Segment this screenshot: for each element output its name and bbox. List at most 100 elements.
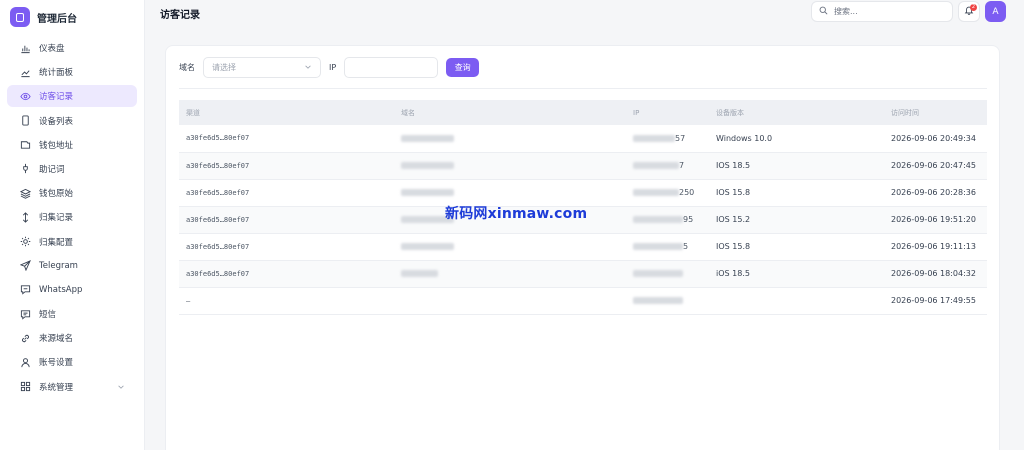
redacted-ip bbox=[633, 297, 683, 304]
sidebar-item-7[interactable]: 归集记录 bbox=[7, 206, 137, 228]
cell-channel: a30fe6d5…80ef07 bbox=[179, 233, 394, 261]
sidebar-item-4[interactable]: 钱包地址 bbox=[7, 134, 137, 156]
cell-time: 2026-09-06 20:49:34 bbox=[884, 125, 987, 153]
redacted-domain bbox=[401, 162, 454, 169]
table-row[interactable]: a30fe6d5…80ef07 5 IOS 15.8 2026-09-06 19:11… bbox=[179, 233, 987, 261]
sidebar-item-10[interactable]: WhatsApp bbox=[7, 279, 137, 301]
sidebar-item-13[interactable]: 账号设置 bbox=[7, 351, 137, 373]
sidebar-item-5[interactable]: 助记词 bbox=[7, 158, 137, 180]
sidebar-item-11[interactable]: 短信 bbox=[7, 303, 137, 325]
sidebar-item-label: 访客记录 bbox=[39, 92, 74, 103]
chat-icon bbox=[19, 284, 31, 296]
cell-time: 2026-09-06 17:49:55 bbox=[884, 287, 987, 315]
records-card: 域名 请选择 IP 查询 渠道 域名 IP 设备版本 访问时间 a30fe6d5… bbox=[165, 45, 1000, 450]
notification-button[interactable]: 2 bbox=[958, 1, 980, 22]
sidebar-item-label: 短信 bbox=[39, 310, 57, 321]
key-icon bbox=[19, 163, 31, 175]
ip-input[interactable] bbox=[344, 57, 439, 78]
search-input[interactable] bbox=[834, 7, 944, 16]
sidebar-item-label: 设备列表 bbox=[39, 116, 74, 127]
cell-ip bbox=[626, 287, 709, 315]
column-header-domain: 域名 bbox=[394, 100, 626, 125]
cell-device: IOS 15.8 bbox=[709, 233, 884, 261]
sidebar-item-2[interactable]: 访客记录 bbox=[7, 85, 137, 108]
cell-domain bbox=[394, 125, 626, 153]
ip-visible-tail: 95 bbox=[683, 215, 694, 224]
sidebar-item-12[interactable]: 来源域名 bbox=[7, 327, 137, 349]
avatar[interactable]: A bbox=[985, 1, 1006, 22]
sidebar-item-6[interactable]: 钱包原始 bbox=[7, 182, 137, 204]
eye-icon bbox=[19, 90, 31, 102]
sidebar-item-14[interactable]: 系统管理 bbox=[7, 376, 137, 398]
cell-time: 2026-09-06 20:28:36 bbox=[884, 179, 987, 207]
cell-ip: 57 bbox=[626, 125, 709, 153]
sidebar-item-label: 归集记录 bbox=[39, 213, 74, 224]
ip-visible-tail: 250 bbox=[679, 188, 695, 197]
sidebar-item-1[interactable]: 统计面板 bbox=[7, 61, 137, 83]
cell-time: 2026-09-06 19:11:13 bbox=[884, 233, 987, 261]
table-row[interactable]: a30fe6d5…80ef07 iOS 18.5 2026-09-06 18:04:… bbox=[179, 260, 987, 288]
cell-channel: a30fe6d5…80ef07 bbox=[179, 152, 394, 180]
sidebar: 管理后台 仪表盘 统计面板 访客记录 设备列表 钱包地址 助记词 钱包原始 归集记录 归集配置 T… bbox=[0, 0, 145, 450]
cell-time: 2026-09-06 20:47:45 bbox=[884, 152, 987, 180]
chevron-down-icon bbox=[304, 63, 312, 73]
column-header-time: 访问时间 bbox=[884, 100, 987, 125]
cell-channel: a30fe6d5…80ef07 bbox=[179, 206, 394, 234]
cell-device bbox=[709, 287, 884, 315]
table-row[interactable]: – 2026-09-06 17:49:55 bbox=[179, 287, 987, 315]
redacted-domain bbox=[401, 243, 454, 250]
ip-visible-tail: 5 bbox=[683, 242, 689, 251]
redacted-ip bbox=[633, 162, 679, 169]
column-header-device: 设备版本 bbox=[709, 100, 884, 125]
domain-select-placeholder: 请选择 bbox=[212, 63, 236, 72]
cell-ip: 7 bbox=[626, 152, 709, 180]
bar-chart-icon bbox=[19, 42, 31, 54]
ip-visible-tail: 57 bbox=[675, 133, 686, 143]
table-row[interactable]: a30fe6d5…80ef07 57 Windows 10.0 2026-09-06 … bbox=[179, 125, 987, 153]
sidebar-item-9[interactable]: Telegram bbox=[7, 255, 137, 277]
sidebar-nav: 仪表盘统计面板访客记录设备列表钱包地址助记词 钱包原始归集记录归集配置 Telegr… bbox=[0, 37, 144, 398]
sidebar-item-3[interactable]: 设备列表 bbox=[7, 110, 137, 132]
sidebar-item-label: 来源域名 bbox=[39, 334, 74, 345]
top-header: 访客记录 2 A bbox=[145, 0, 1024, 26]
domain-select[interactable]: 请选择 bbox=[203, 57, 321, 78]
sidebar-item-label: 系统管理 bbox=[39, 382, 74, 393]
query-button[interactable]: 查询 bbox=[446, 58, 480, 77]
cell-domain bbox=[394, 287, 626, 315]
filter-bar: 域名 请选择 IP 查询 bbox=[179, 57, 480, 78]
wallet-icon bbox=[19, 139, 31, 151]
cell-domain bbox=[394, 233, 626, 261]
sidebar-item-label: WhatsApp bbox=[39, 284, 83, 295]
redacted-ip bbox=[633, 216, 683, 223]
chevron-down-icon bbox=[117, 383, 125, 394]
notification-badge: 2 bbox=[970, 4, 977, 11]
cell-device: iOS 18.5 bbox=[709, 260, 884, 288]
user-icon bbox=[19, 356, 31, 368]
cell-channel: a30fe6d5…80ef07 bbox=[179, 125, 394, 153]
sidebar-item-label: 统计面板 bbox=[39, 68, 74, 79]
cell-channel: a30fe6d5…80ef07 bbox=[179, 179, 394, 207]
cell-domain bbox=[394, 152, 626, 180]
column-header-channel: 渠道 bbox=[179, 100, 394, 125]
table-row[interactable]: a30fe6d5…80ef07 7 IOS 18.5 2026-09-06 20:47… bbox=[179, 152, 987, 180]
redacted-ip bbox=[633, 270, 683, 277]
cell-device: Windows 10.0 bbox=[709, 125, 884, 153]
sidebar-item-label: 钱包地址 bbox=[39, 140, 74, 151]
table-header-row: 渠道 域名 IP 设备版本 访问时间 bbox=[179, 100, 987, 125]
ip-visible-tail: 7 bbox=[679, 161, 685, 170]
redacted-domain bbox=[401, 189, 454, 196]
divider bbox=[179, 88, 987, 89]
layers-icon bbox=[19, 187, 31, 199]
redacted-ip bbox=[633, 134, 675, 142]
sidebar-item-0[interactable]: 仪表盘 bbox=[7, 37, 137, 59]
redacted-ip bbox=[633, 189, 679, 196]
cell-ip bbox=[626, 260, 709, 288]
cell-device: IOS 15.2 bbox=[709, 206, 884, 234]
sidebar-item-8[interactable]: 归集配置 bbox=[7, 231, 137, 253]
search-box[interactable] bbox=[811, 1, 953, 22]
arrows-updown-icon bbox=[19, 211, 31, 223]
search-icon bbox=[819, 6, 828, 18]
redacted-domain bbox=[401, 134, 454, 142]
cell-ip: 5 bbox=[626, 233, 709, 261]
table-row[interactable]: a30fe6d5…80ef07 250 IOS 15.8 2026-09-06 20:… bbox=[179, 179, 987, 207]
